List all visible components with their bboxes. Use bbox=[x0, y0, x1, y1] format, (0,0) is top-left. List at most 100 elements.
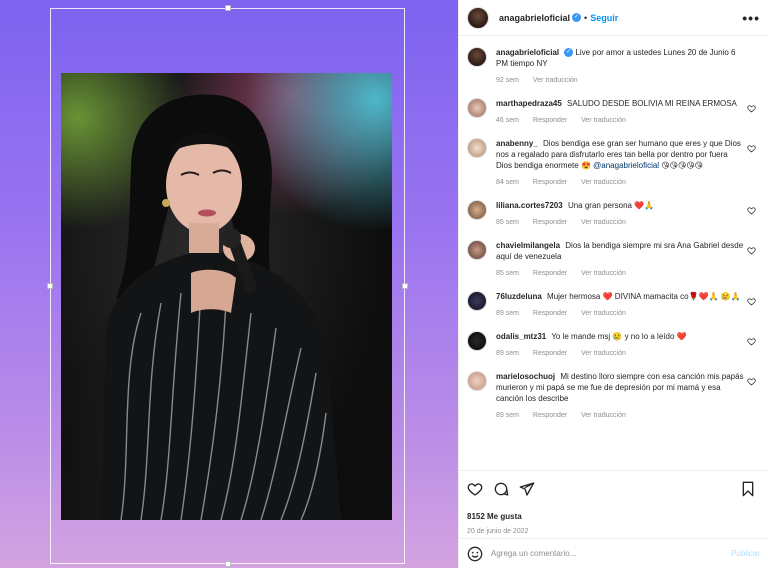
comment-username[interactable]: marielosochuoj bbox=[496, 372, 555, 381]
post-header: anagabrieloficial ✓ • Seguir ••• bbox=[459, 0, 768, 36]
caption-translate-link[interactable]: Ver traducción bbox=[533, 77, 578, 84]
avatar[interactable] bbox=[467, 6, 489, 29]
resize-handle-bottom[interactable] bbox=[225, 561, 231, 567]
header-username[interactable]: anagabrieloficial bbox=[499, 13, 570, 23]
comments-list[interactable]: anagabrieloficial ✓ Live por amor a usted… bbox=[459, 37, 768, 467]
list-item: marthapedraza45 SALUDO DESDE BOLIVIA MI … bbox=[467, 98, 760, 126]
comment-time[interactable]: 89 sem bbox=[496, 412, 519, 419]
heart-icon[interactable] bbox=[747, 297, 756, 306]
list-item: 76luzdeluna Mujer hermosa ❤️ DIVINA mama… bbox=[467, 291, 760, 319]
resize-handle-right[interactable] bbox=[402, 283, 408, 289]
comment-time[interactable]: 89 sem bbox=[496, 310, 519, 317]
avatar[interactable] bbox=[467, 200, 487, 220]
avatar[interactable] bbox=[467, 331, 487, 351]
heart-icon[interactable] bbox=[467, 481, 483, 497]
verified-icon: ✓ bbox=[572, 13, 582, 22]
reply-link[interactable]: Responder bbox=[533, 412, 567, 419]
heart-icon[interactable] bbox=[747, 337, 756, 346]
translate-link[interactable]: Ver traducción bbox=[581, 270, 626, 277]
likes-count[interactable]: 8152 Me gusta bbox=[467, 512, 760, 521]
verified-icon: ✓ bbox=[564, 48, 574, 58]
publish-button[interactable]: Publicar bbox=[731, 549, 760, 558]
comment-body: odalis_mtz31 Yo le mande msj 😢 y no lo a… bbox=[496, 331, 760, 359]
list-item: liliana.cortes7203 Una gran persona ❤️🙏 … bbox=[467, 200, 760, 228]
comment-time[interactable]: 46 sem bbox=[496, 117, 519, 124]
comment-body: liliana.cortes7203 Una gran persona ❤️🙏 … bbox=[496, 200, 760, 228]
comment-meta: 89 sem Responder Ver traducción bbox=[496, 348, 744, 359]
bookmark-icon[interactable] bbox=[740, 481, 756, 497]
caption: anagabrieloficial ✓ Live por amor a usted… bbox=[467, 47, 760, 86]
heart-icon[interactable] bbox=[747, 104, 756, 113]
comment-body: anabenny_ Dios bendiga ese gran ser huma… bbox=[496, 138, 760, 188]
share-icon[interactable] bbox=[519, 481, 535, 497]
avatar[interactable] bbox=[467, 291, 487, 311]
list-item: marielosochuoj Mi destino lloro siempre … bbox=[467, 371, 760, 421]
avatar[interactable] bbox=[467, 371, 487, 391]
caption-username[interactable]: anagabrieloficial bbox=[496, 48, 559, 57]
resize-handle-top[interactable] bbox=[225, 5, 231, 11]
comment-text: Una gran persona ❤️🙏 bbox=[567, 201, 655, 210]
action-bar: 8152 Me gusta 20 de junio de 2022 bbox=[459, 470, 768, 535]
comment-text: Yo le mande msj 😢 y no lo a leído ❤️ bbox=[551, 332, 687, 341]
comment-text: SALUDO DESDE BOLIVIA MI REINA ERMOSA bbox=[567, 99, 737, 108]
avatar[interactable] bbox=[467, 240, 487, 260]
avatar[interactable] bbox=[467, 138, 487, 158]
comment-input[interactable] bbox=[491, 549, 732, 558]
reply-link[interactable]: Responder bbox=[533, 270, 567, 277]
comment-meta: 85 sem Responder Ver traducción bbox=[496, 268, 744, 279]
translate-link[interactable]: Ver traducción bbox=[581, 117, 626, 124]
reply-link[interactable]: Responder bbox=[533, 117, 567, 124]
avatar[interactable] bbox=[467, 47, 487, 67]
comment-composer: Publicar bbox=[459, 538, 768, 568]
comment-username[interactable]: odalis_mtz31 bbox=[496, 332, 546, 341]
caption-time[interactable]: 92 sem bbox=[496, 77, 519, 84]
post-photo[interactable] bbox=[61, 73, 392, 520]
action-icons bbox=[467, 479, 760, 499]
comment-time[interactable]: 89 sem bbox=[496, 350, 519, 357]
comment-time[interactable]: 85 sem bbox=[496, 219, 519, 226]
post-date[interactable]: 20 de junio de 2022 bbox=[467, 528, 760, 535]
translate-link[interactable]: Ver traducción bbox=[581, 219, 626, 226]
comment-meta: 89 sem Responder Ver traducción bbox=[496, 308, 744, 319]
comment-emoji: 😘😘😘😘😘 bbox=[661, 161, 704, 170]
comment-body: marielosochuoj Mi destino lloro siempre … bbox=[496, 371, 760, 421]
translate-link[interactable]: Ver traducción bbox=[581, 350, 626, 357]
comment-text: Mujer hermosa ❤️ DIVINA mamacita co🌹❤️🙏 … bbox=[547, 292, 741, 301]
comment-body: marthapedraza45 SALUDO DESDE BOLIVIA MI … bbox=[496, 98, 760, 126]
list-item: chavielmilangela Dios la bendiga siempre… bbox=[467, 240, 760, 279]
more-icon[interactable]: ••• bbox=[742, 10, 760, 26]
heart-icon[interactable] bbox=[747, 246, 756, 255]
emoji-icon[interactable] bbox=[467, 546, 483, 562]
list-item: anabenny_ Dios bendiga ese gran ser huma… bbox=[467, 138, 760, 188]
comment-icon[interactable] bbox=[493, 481, 509, 497]
comment-meta: 89 sem Responder Ver traducción bbox=[496, 410, 744, 421]
media-panel bbox=[0, 0, 458, 568]
comment-username[interactable]: anabenny_ bbox=[496, 139, 538, 148]
comment-username[interactable]: chavielmilangela bbox=[496, 241, 560, 250]
comment-mention[interactable]: @anagabrieloficial bbox=[593, 161, 659, 170]
translate-link[interactable]: Ver traducción bbox=[581, 310, 626, 317]
comment-username[interactable]: marthapedraza45 bbox=[496, 99, 562, 108]
translate-link[interactable]: Ver traducción bbox=[581, 412, 626, 419]
caption-meta: 92 sem Ver traducción bbox=[496, 75, 744, 86]
comment-time[interactable]: 84 sem bbox=[496, 179, 519, 186]
translate-link[interactable]: Ver traducción bbox=[581, 179, 626, 186]
heart-icon[interactable] bbox=[747, 377, 756, 386]
comment-meta: 46 sem Responder Ver traducción bbox=[496, 115, 744, 126]
comment-meta: 85 sem Responder Ver traducción bbox=[496, 217, 744, 228]
follow-button[interactable]: Seguir bbox=[590, 13, 618, 23]
reply-link[interactable]: Responder bbox=[533, 219, 567, 226]
reply-link[interactable]: Responder bbox=[533, 310, 567, 317]
avatar[interactable] bbox=[467, 98, 487, 118]
heart-icon[interactable] bbox=[747, 206, 756, 215]
resize-handle-left[interactable] bbox=[47, 283, 53, 289]
list-item: odalis_mtz31 Yo le mande msj 😢 y no lo a… bbox=[467, 331, 760, 359]
caption-body: anagabrieloficial ✓ Live por amor a usted… bbox=[496, 47, 760, 86]
comment-username[interactable]: 76luzdeluna bbox=[496, 292, 542, 301]
comment-username[interactable]: liliana.cortes7203 bbox=[496, 201, 563, 210]
reply-link[interactable]: Responder bbox=[533, 350, 567, 357]
heart-icon[interactable] bbox=[747, 144, 756, 153]
comment-time[interactable]: 85 sem bbox=[496, 270, 519, 277]
comment-body: chavielmilangela Dios la bendiga siempre… bbox=[496, 240, 760, 279]
reply-link[interactable]: Responder bbox=[533, 179, 567, 186]
